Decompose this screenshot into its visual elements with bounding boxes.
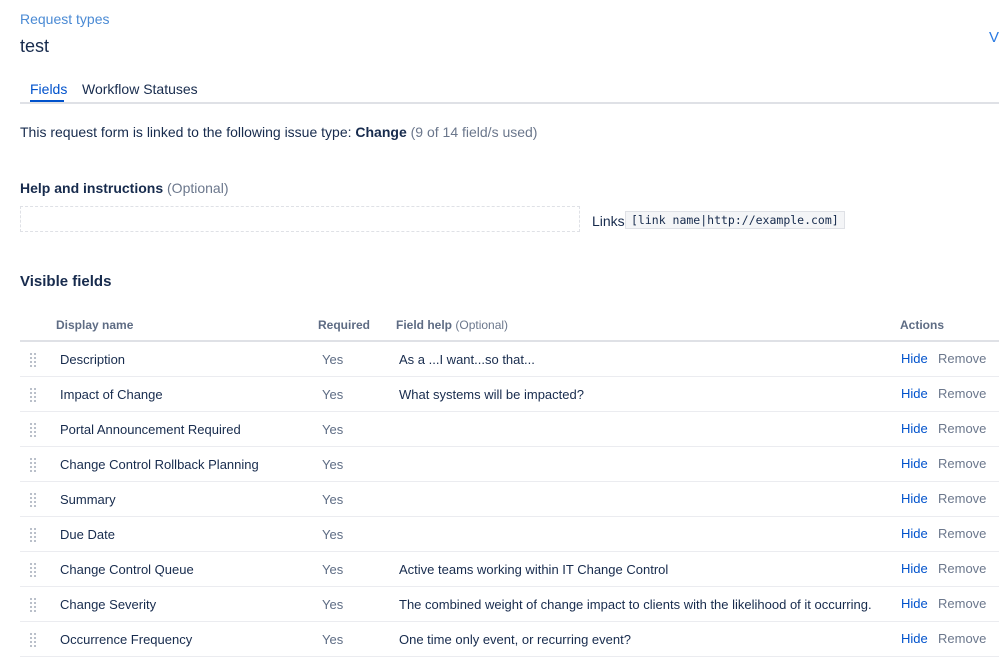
field-display-name: Change Control Queue	[60, 562, 194, 577]
field-required-value: Yes	[322, 562, 344, 577]
page-title: test	[20, 36, 50, 56]
field-required-value: Yes	[322, 457, 344, 472]
remove-field-link[interactable]: Remove	[938, 386, 986, 401]
field-required-value: Yes	[322, 422, 344, 437]
hide-field-link[interactable]: Hide	[901, 631, 928, 646]
remove-field-link[interactable]: Remove	[938, 456, 986, 471]
view-link-partial[interactable]: Vi	[989, 29, 999, 46]
links-label: Links	[592, 213, 625, 229]
help-instructions-optional: (Optional)	[167, 180, 229, 196]
drag-handle-icon[interactable]	[30, 528, 36, 542]
drag-handle-icon[interactable]	[30, 598, 36, 612]
drag-handle-icon[interactable]	[30, 458, 36, 472]
drag-handle-icon[interactable]	[30, 388, 36, 402]
drag-handle-icon[interactable]	[30, 633, 36, 647]
drag-handle-icon[interactable]	[30, 353, 36, 367]
hide-field-link[interactable]: Hide	[901, 421, 928, 436]
hide-field-link[interactable]: Hide	[901, 526, 928, 541]
hide-field-link[interactable]: Hide	[901, 561, 928, 576]
remove-field-link[interactable]: Remove	[938, 596, 986, 611]
field-help-header-label: Field help	[396, 318, 453, 332]
tab-bar: Fields Workflow Statuses	[20, 80, 999, 104]
remove-field-link[interactable]: Remove	[938, 631, 986, 646]
remove-field-link[interactable]: Remove	[938, 491, 986, 506]
hide-field-link[interactable]: Hide	[901, 456, 928, 471]
column-header-required: Required	[318, 318, 371, 332]
active-tab-indicator	[30, 100, 64, 102]
field-display-name: Change Severity	[60, 597, 157, 612]
table-row: Summary Yes Hide Remove	[20, 482, 999, 517]
field-display-name: Portal Announcement Required	[60, 422, 241, 437]
help-instructions-label: Help and instructions (Optional)	[20, 180, 228, 196]
remove-field-link[interactable]: Remove	[938, 351, 986, 366]
field-display-name: Change Control Rollback Planning	[60, 457, 259, 472]
field-help-text[interactable]: One time only event, or recurring event?	[399, 632, 631, 647]
hide-field-link[interactable]: Hide	[901, 351, 928, 366]
table-row: Due Date Yes Hide Remove	[20, 517, 999, 552]
field-usage-count: (9 of 14 field/s used)	[410, 124, 538, 140]
hide-field-link[interactable]: Hide	[901, 491, 928, 506]
field-display-name: Occurrence Frequency	[60, 632, 193, 647]
table-row: Impact of Change Yes What systems will be …	[20, 377, 999, 412]
field-required-value: Yes	[322, 527, 344, 542]
table-row: Portal Announcement Required Yes Hide Remov…	[20, 412, 999, 447]
field-required-value: Yes	[322, 597, 344, 612]
visible-fields-title: Visible fields	[20, 273, 112, 290]
hide-field-link[interactable]: Hide	[901, 386, 928, 401]
field-display-name: Due Date	[60, 527, 115, 542]
drag-handle-icon[interactable]	[30, 423, 36, 437]
remove-field-link[interactable]: Remove	[938, 421, 986, 436]
breadcrumb-request-types[interactable]: Request types	[20, 11, 110, 27]
tab-workflow-statuses[interactable]: Workflow Statuses	[82, 81, 198, 97]
field-help-text[interactable]: What systems will be impacted?	[399, 387, 584, 402]
links-syntax-example: [link name|http://example.com]	[625, 211, 845, 229]
table-row: Change Severity Yes The combined weight of…	[20, 587, 999, 622]
column-header-field-help: Field help (Optional)	[396, 318, 508, 332]
field-help-text[interactable]: As a ...I want...so that...	[399, 352, 535, 367]
field-display-name: Description	[60, 352, 126, 367]
table-row: Change Control Queue Yes Active teams work…	[20, 552, 999, 587]
table-row: Occurrence Frequency Yes One time only eve…	[20, 622, 999, 657]
field-help-text[interactable]: The combined weight of change impact to …	[399, 597, 872, 612]
tab-fields[interactable]: Fields	[30, 81, 67, 97]
drag-handle-icon[interactable]	[30, 563, 36, 577]
field-display-name: Impact of Change	[60, 387, 163, 402]
field-required-value: Yes	[322, 352, 344, 367]
field-required-value: Yes	[322, 492, 344, 507]
table-row: Description Yes As a ...I want...so that..…	[20, 342, 999, 377]
field-display-name: Summary	[60, 492, 116, 507]
field-required-value: Yes	[322, 632, 344, 647]
column-header-actions: Actions	[900, 318, 945, 332]
field-help-text[interactable]: Active teams working within IT Change Co…	[399, 562, 668, 577]
issue-type-description: This request form is linked to the follo…	[20, 124, 537, 140]
issue-type-name: Change	[355, 124, 407, 140]
remove-field-link[interactable]: Remove	[938, 526, 986, 541]
drag-handle-icon[interactable]	[30, 493, 36, 507]
help-instructions-input[interactable]	[20, 206, 580, 232]
issue-type-prefix: This request form is linked to the follo…	[20, 124, 352, 140]
column-header-display-name: Display name	[56, 318, 134, 332]
remove-field-link[interactable]: Remove	[938, 561, 986, 576]
field-help-header-optional: (Optional)	[455, 318, 509, 332]
field-required-value: Yes	[322, 387, 344, 402]
hide-field-link[interactable]: Hide	[901, 596, 928, 611]
table-row: Change Control Rollback Planning Yes Hide R…	[20, 447, 999, 482]
help-instructions-title: Help and instructions	[20, 180, 164, 196]
